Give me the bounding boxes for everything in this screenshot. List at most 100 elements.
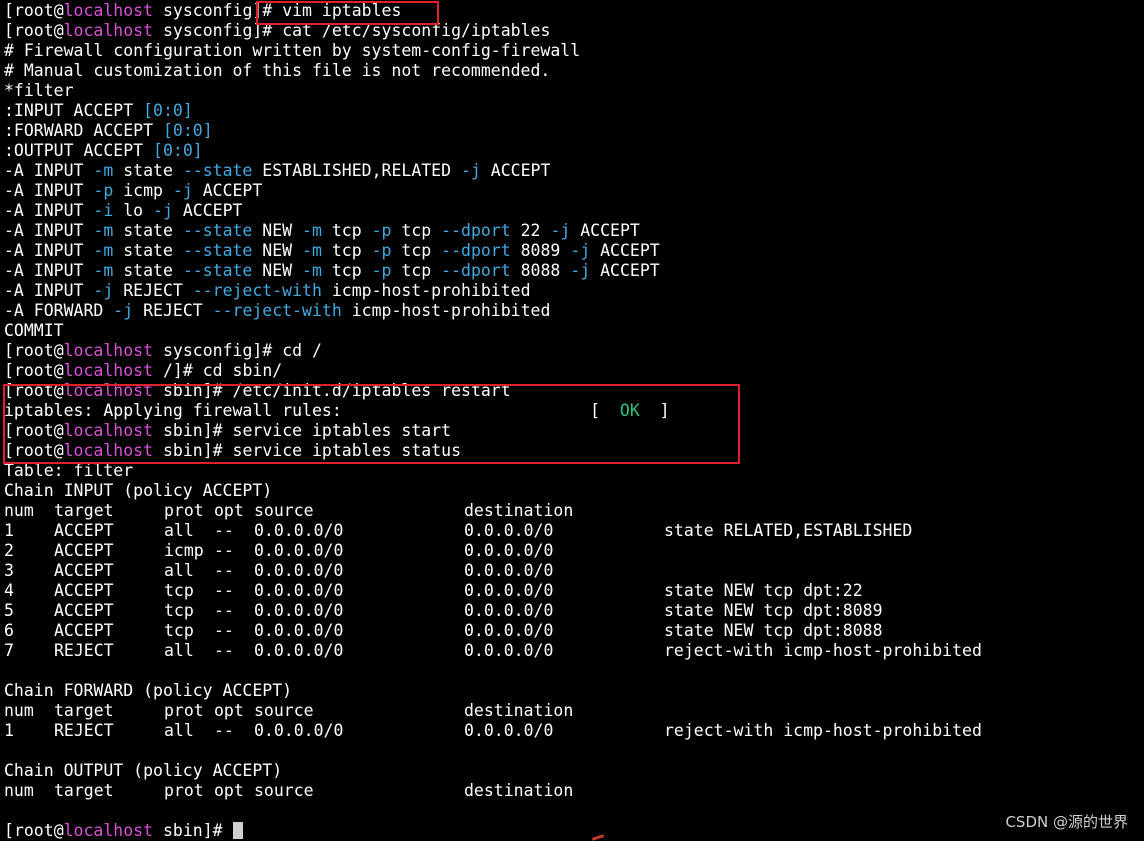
table-cell: 6 — [4, 621, 14, 640]
table-cell: 1 — [4, 721, 14, 740]
input-rules-table: 1 ACCEPT all -- 0.0.0.0/0 0.0.0.0/0 state RELA… — [4, 521, 1144, 661]
table-cell: 0.0.0.0/0 — [254, 601, 344, 620]
table-cell: 1 — [4, 521, 14, 540]
rule-line: -A INPUT -m state --state NEW -m tcp -p … — [4, 221, 640, 240]
prompt-line-vim: [root@localhost sysconfig]# vim iptables — [4, 1, 402, 20]
table-cell: all — [164, 721, 194, 740]
table-cell: -- — [214, 601, 234, 620]
table-cell: reject-with icmp-host-prohibited — [664, 641, 982, 660]
table-cell: 0.0.0.0/0 — [464, 721, 554, 740]
table-row: 7 REJECT all -- 0.0.0.0/0 0.0.0.0/0 reject-wit… — [4, 641, 1144, 661]
input-policy-line: :INPUT ACCEPT [0:0] — [4, 101, 193, 120]
table-cell: REJECT — [54, 641, 114, 660]
column-headers: num target prot opt source destination — [4, 701, 574, 720]
table-cell: -- — [214, 641, 234, 660]
table-row: 5 ACCEPT tcp -- 0.0.0.0/0 0.0.0.0/0 state NEW … — [4, 601, 1144, 621]
table-cell: 0.0.0.0/0 — [254, 561, 344, 580]
table-cell: icmp — [164, 541, 204, 560]
table-cell: tcp — [164, 581, 194, 600]
text-cursor — [232, 822, 243, 839]
rule-line: -A INPUT -m state --state NEW -m tcp -p … — [4, 241, 660, 260]
table-cell: ACCEPT — [54, 601, 114, 620]
table-cell: 0.0.0.0/0 — [464, 601, 554, 620]
chain-output-header: Chain OUTPUT (policy ACCEPT) — [4, 761, 283, 780]
column-headers: num target prot opt source destination — [4, 501, 574, 520]
prompt-line-cat: [root@localhost sysconfig]# cat /etc/sys… — [4, 21, 551, 40]
table-row: 4 ACCEPT tcp -- 0.0.0.0/0 0.0.0.0/0 state NEW … — [4, 581, 1144, 601]
table-row: 6 ACCEPT tcp -- 0.0.0.0/0 0.0.0.0/0 state NEW … — [4, 621, 1144, 641]
table-cell: 0.0.0.0/0 — [254, 641, 344, 660]
table-cell: 0.0.0.0/0 — [464, 561, 554, 580]
table-cell: state NEW tcp dpt:8089 — [664, 601, 883, 620]
table-cell: tcp — [164, 621, 194, 640]
table-cell: -- — [214, 581, 234, 600]
table-cell: 7 — [4, 641, 14, 660]
prompt-line-cd-root: [root@localhost sysconfig]# cd / — [4, 341, 322, 360]
rule-line: -A INPUT -m state --state NEW -m tcp -p … — [4, 261, 660, 280]
prompt-line-final[interactable]: [root@localhost sbin]# — [4, 821, 1144, 841]
command-text: cd / — [282, 341, 322, 360]
column-headers: num target prot opt source destination — [4, 781, 574, 800]
table-cell: all — [164, 561, 194, 580]
table-cell: 3 — [4, 561, 14, 580]
table-row: 1 ACCEPT all -- 0.0.0.0/0 0.0.0.0/0 state RELA… — [4, 521, 1144, 541]
table-cell: REJECT — [54, 721, 114, 740]
table-cell: ACCEPT — [54, 621, 114, 640]
table-cell: -- — [214, 521, 234, 540]
rule-line: -A INPUT -m state --state ESTABLISHED,RE… — [4, 161, 551, 180]
table-cell: 0.0.0.0/0 — [254, 581, 344, 600]
table-cell: 0.0.0.0/0 — [254, 721, 344, 740]
table-cell: tcp — [164, 601, 194, 620]
table-cell: ACCEPT — [54, 561, 114, 580]
highlight-box-vim-command — [256, 1, 439, 25]
table-cell: all — [164, 641, 194, 660]
table-cell: state NEW tcp dpt:22 — [664, 581, 863, 600]
table-row: 2 ACCEPT icmp -- 0.0.0.0/0 0.0.0.0/0 — [4, 541, 1144, 561]
table-cell: 0.0.0.0/0 — [464, 521, 554, 540]
rule-line: -A INPUT -j REJECT --reject-with icmp-ho… — [4, 281, 531, 300]
file-comment: # Manual customization of this file is n… — [4, 61, 551, 80]
forward-rules-table: 1 REJECT all -- 0.0.0.0/0 0.0.0.0/0 reject-wit… — [4, 721, 1144, 741]
table-cell: all — [164, 521, 194, 540]
rule-line: -A INPUT -p icmp -j ACCEPT — [4, 181, 263, 200]
file-comment: # Firewall configuration written by syst… — [4, 41, 581, 60]
output-policy-line: :OUTPUT ACCEPT [0:0] — [4, 141, 203, 160]
table-cell: 0.0.0.0/0 — [254, 521, 344, 540]
highlight-box-restart-commands — [3, 384, 740, 464]
table-name: Table: filter — [4, 461, 134, 480]
table-cell: 2 — [4, 541, 14, 560]
prompt-line-cd-sbin: [root@localhost /]# cd sbin/ — [4, 361, 283, 380]
rule-line: -A FORWARD -j REJECT --reject-with icmp-… — [4, 301, 551, 320]
table-cell: -- — [214, 721, 234, 740]
table-cell: 0.0.0.0/0 — [254, 621, 344, 640]
table-cell: 0.0.0.0/0 — [464, 541, 554, 560]
table-cell: 0.0.0.0/0 — [254, 541, 344, 560]
filter-table-line: *filter — [4, 81, 74, 100]
table-cell: ACCEPT — [54, 521, 114, 540]
table-cell: 0.0.0.0/0 — [464, 641, 554, 660]
table-row: 3 ACCEPT all -- 0.0.0.0/0 0.0.0.0/0 — [4, 561, 1144, 581]
watermark: CSDN @源的世界 — [1005, 813, 1128, 831]
table-cell: 0.0.0.0/0 — [464, 621, 554, 640]
commit-line: COMMIT — [4, 321, 64, 340]
table-cell: 4 — [4, 581, 14, 600]
table-cell: reject-with icmp-host-prohibited — [664, 721, 982, 740]
table-cell: state RELATED,ESTABLISHED — [664, 521, 913, 540]
forward-policy-line: :FORWARD ACCEPT [0:0] — [4, 121, 213, 140]
table-cell: ACCEPT — [54, 581, 114, 600]
table-cell: 0.0.0.0/0 — [464, 581, 554, 600]
chain-input-header: Chain INPUT (policy ACCEPT) — [4, 481, 273, 500]
table-cell: -- — [214, 541, 234, 560]
table-cell: 5 — [4, 601, 14, 620]
table-cell: state NEW tcp dpt:8088 — [664, 621, 883, 640]
command-text: cd sbin/ — [202, 361, 283, 380]
table-cell: ACCEPT — [54, 541, 114, 560]
table-cell: -- — [214, 621, 234, 640]
table-cell: -- — [214, 561, 234, 580]
table-row: 1 REJECT all -- 0.0.0.0/0 0.0.0.0/0 reject-wit… — [4, 721, 1144, 741]
chain-forward-header: Chain FORWARD (policy ACCEPT) — [4, 681, 293, 700]
rule-line: -A INPUT -i lo -j ACCEPT — [4, 201, 243, 220]
